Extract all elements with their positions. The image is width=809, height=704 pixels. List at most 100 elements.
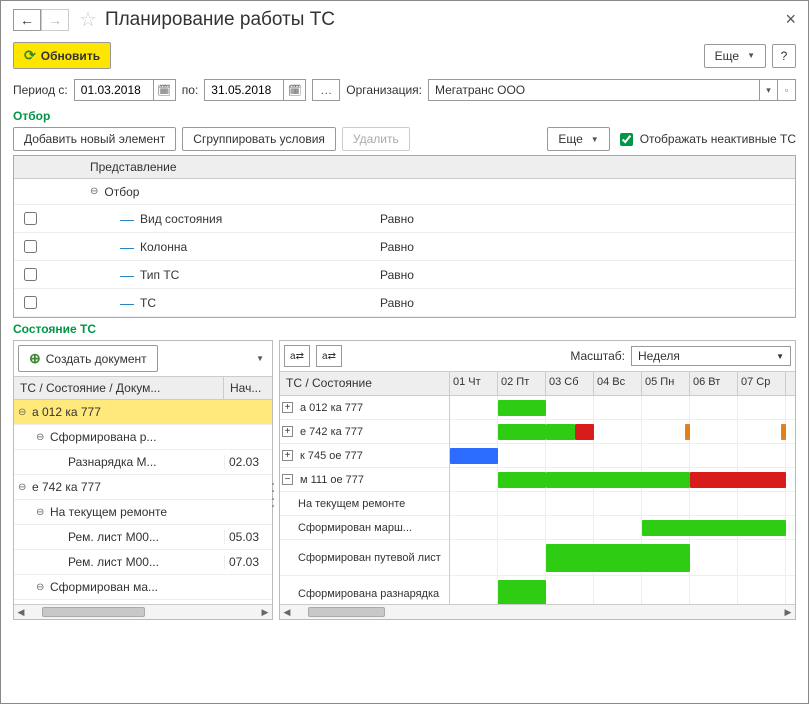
filter-root-row[interactable]: ⊖ Отбор: [14, 179, 795, 205]
gantt-bar[interactable]: [546, 472, 690, 488]
close-icon[interactable]: ×: [785, 9, 796, 30]
filter-row-op: Равно: [380, 240, 789, 254]
filter-row-check[interactable]: [24, 296, 37, 309]
tree-row[interactable]: ⊖ а 012 ка 777: [14, 400, 272, 425]
tree-row[interactable]: ⊖ Сформирована р...: [14, 425, 272, 450]
filter-group-button[interactable]: Сгруппировать условия: [182, 127, 336, 151]
show-inactive-checkbox[interactable]: Отображать неактивные ТС: [616, 130, 796, 149]
back-button[interactable]: ←: [13, 9, 41, 31]
gantt-tool-1[interactable]: a⇄: [284, 345, 310, 367]
splitter-handle[interactable]: [270, 480, 276, 510]
expand-icon[interactable]: +: [282, 450, 293, 461]
filter-row-check[interactable]: [24, 268, 37, 281]
gantt-bar[interactable]: [546, 544, 690, 572]
tree-row[interactable]: ⊖ На текущем ремонте: [14, 500, 272, 525]
gantt-bar[interactable]: [450, 448, 498, 464]
date-from-field[interactable]: [75, 80, 153, 100]
gantt-bar[interactable]: [498, 424, 546, 440]
tree-row[interactable]: Разнарядка М... 02.03: [14, 450, 272, 475]
gantt-bar[interactable]: [498, 580, 546, 605]
expand-icon[interactable]: −: [282, 474, 293, 485]
gantt-row-label[interactable]: +е 742 ка 777: [280, 420, 449, 444]
org-select[interactable]: Мегатранс ООО ▾ ▫: [428, 79, 796, 101]
forward-button[interactable]: →: [41, 9, 69, 31]
gantt-bar[interactable]: [546, 424, 575, 440]
tree-row-label: Рем. лист М00...: [68, 555, 159, 569]
gantt-bar[interactable]: [781, 424, 786, 440]
filter-row[interactable]: — Тип ТС Равно: [14, 261, 795, 289]
calendar-icon[interactable]: 🗓: [283, 80, 305, 100]
gantt-label-text: а 012 ка 777: [300, 402, 363, 414]
tree-toggle-icon[interactable]: ⊖: [36, 432, 46, 443]
gantt-row-label[interactable]: На текущем ремонте: [280, 492, 449, 516]
collapse-icon[interactable]: ⊖: [90, 186, 98, 197]
scale-select[interactable]: Неделя ▼: [631, 346, 791, 366]
favorite-icon[interactable]: ☆: [79, 7, 97, 32]
period-to-label: по:: [182, 83, 199, 97]
gantt-hscroll[interactable]: ◀▶: [280, 604, 795, 619]
filter-add-button[interactable]: Добавить новый элемент: [13, 127, 176, 151]
expand-icon[interactable]: +: [282, 426, 293, 437]
date-to-field[interactable]: [205, 80, 283, 100]
filter-row[interactable]: — ТС Равно: [14, 289, 795, 317]
filter-group-label: Сгруппировать условия: [193, 132, 325, 146]
show-inactive-input[interactable]: [620, 133, 633, 146]
filter-delete-button[interactable]: Удалить: [342, 127, 410, 151]
open-icon[interactable]: ▫: [777, 80, 795, 100]
date-to-input[interactable]: 🗓: [204, 79, 306, 101]
filter-row-check[interactable]: [24, 212, 37, 225]
date-from-input[interactable]: 🗓: [74, 79, 176, 101]
tree-toggle-icon[interactable]: ⊖: [36, 582, 46, 593]
gantt-day-header: 01 Чт: [450, 372, 498, 395]
tree-toggle-icon[interactable]: ⊖: [18, 407, 28, 418]
tree-toggle-icon[interactable]: ⊖: [36, 507, 46, 518]
filter-row[interactable]: — Колонна Равно: [14, 233, 795, 261]
calendar-icon[interactable]: 🗓: [153, 80, 175, 100]
gantt-label-text: Сформирован марш...: [298, 522, 412, 534]
help-button[interactable]: ?: [772, 44, 796, 68]
gantt-tool-2[interactable]: a⇄: [316, 345, 342, 367]
tree-hscroll[interactable]: ◀▶: [14, 604, 272, 619]
period-picker-button[interactable]: …: [312, 79, 340, 101]
gantt-bar[interactable]: [642, 520, 786, 536]
gantt-bar[interactable]: [575, 424, 594, 440]
tree-row[interactable]: Рем. лист М00... 07.03: [14, 550, 272, 575]
tree-row[interactable]: ⊖ Сформирован ма...: [14, 575, 272, 600]
gantt-day-header: 03 Сб: [546, 372, 594, 395]
filter-row-repr: Колонна: [140, 240, 187, 254]
chevron-down-icon[interactable]: ▾: [759, 80, 777, 100]
chevron-down-icon[interactable]: ▼: [256, 354, 264, 363]
filter-row[interactable]: — Вид состояния Равно: [14, 205, 795, 233]
refresh-icon: ⟳: [24, 47, 36, 64]
gantt-row-label[interactable]: −м 111 ое 777: [280, 468, 449, 492]
gantt-row-label[interactable]: Сформирован путевой лист: [280, 540, 449, 576]
tree-row[interactable]: ⊖ е 742 ка 777: [14, 475, 272, 500]
tree-col-ts: ТС / Состояние / Докум...: [14, 377, 224, 399]
tree-row-label: На текущем ремонте: [50, 505, 167, 519]
filter-row-check[interactable]: [24, 240, 37, 253]
gantt-bar[interactable]: [498, 400, 546, 416]
gantt-bar[interactable]: [685, 424, 690, 440]
tree-toggle-icon[interactable]: ⊖: [18, 482, 28, 493]
gantt-row-label[interactable]: Сформирован марш...: [280, 516, 449, 540]
more-button[interactable]: Еще ▼: [704, 44, 766, 68]
gantt-row-label[interactable]: Сформирована разнарядка: [280, 576, 449, 604]
refresh-button[interactable]: ⟳ Обновить: [13, 42, 111, 69]
tree-row[interactable]: Рем. лист М00... 05.03: [14, 525, 272, 550]
filter-more-button[interactable]: Еще ▼: [547, 127, 609, 151]
gantt-day-header: 05 Пн: [642, 372, 690, 395]
gantt-bar[interactable]: [498, 472, 546, 488]
gantt-col-label: ТС / Состояние: [280, 372, 449, 396]
gantt-bar[interactable]: [690, 472, 786, 488]
filter-row-op: Равно: [380, 268, 789, 282]
gantt-row-label[interactable]: +к 745 ое 777: [280, 444, 449, 468]
expand-icon[interactable]: +: [282, 402, 293, 413]
create-doc-button[interactable]: ⊕ Создать документ: [18, 345, 158, 372]
gantt-row-label[interactable]: + а 012 ка 777: [280, 396, 449, 420]
period-from-label: Период с:: [13, 83, 68, 97]
gantt-day-header: 07 Ср: [738, 372, 786, 395]
gantt-label-text: На текущем ремонте: [298, 498, 405, 510]
filter-table: Представление ⊖ Отбор — Вид состояния Ра…: [13, 155, 796, 318]
tree-row-label: Сформирована р...: [50, 430, 156, 444]
filter-more-label: Еще: [558, 132, 582, 146]
